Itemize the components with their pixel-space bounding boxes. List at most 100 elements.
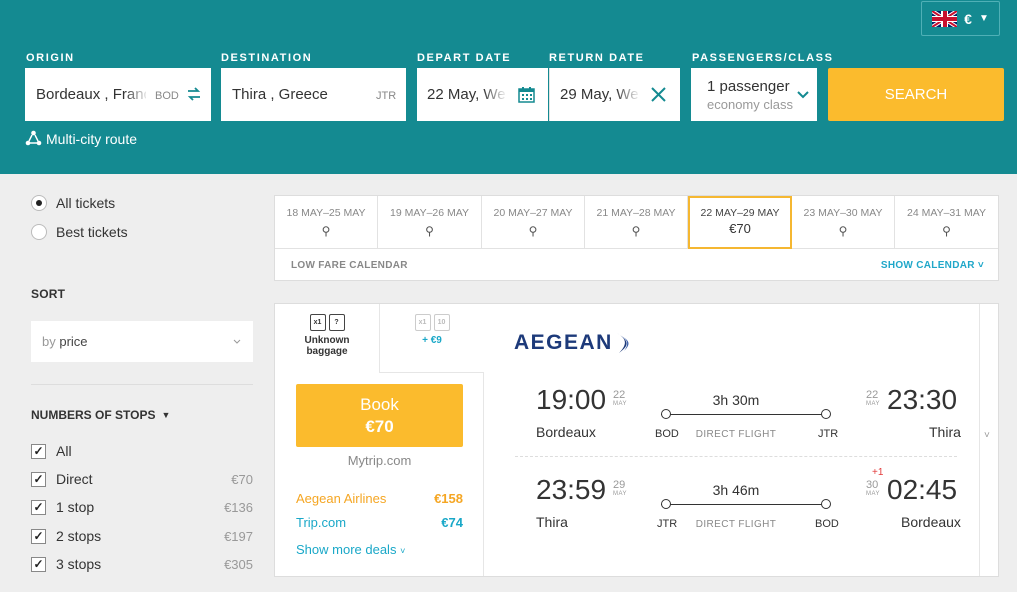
multi-city-icon: [25, 130, 42, 146]
language-currency-selector[interactable]: € ▼: [921, 1, 1000, 36]
passengers-count: 1 passenger: [707, 77, 790, 95]
calendar-icon: [518, 87, 535, 103]
baggage-tab-with-bag[interactable]: x1 10 + €9: [379, 304, 484, 373]
flight-segment-return: 23:59 29 MAY Thira 3h 46m JTR DIRECT FLIG…: [515, 467, 961, 544]
calendar-cell[interactable]: 18 MAY–25 MAY ⚲: [275, 196, 378, 249]
luggage-unknown-icon: ?: [328, 314, 345, 331]
checkbox-checked-icon[interactable]: ✓: [31, 556, 46, 572]
flight-type: DIRECT FLIGHT: [695, 429, 777, 440]
search-icon: ⚲: [425, 224, 434, 238]
arrival-time: 23:30: [887, 384, 958, 415]
calendar-cell[interactable]: 21 MAY–28 MAY ⚲: [585, 196, 688, 249]
luggage-icon: x1: [414, 314, 431, 331]
search-icon: ⚲: [321, 224, 331, 238]
depart-date-label: DEPART DATE: [417, 52, 512, 64]
destination-airport-code: BOD: [815, 518, 839, 530]
low-fare-calendar-label: LOW FARE CALENDAR: [291, 260, 408, 271]
stops-filter-title[interactable]: NUMBERS OF STOPS ▼: [31, 408, 170, 422]
stop-filter-all[interactable]: ✓ All: [31, 443, 253, 459]
arrival-city: Thira: [929, 424, 961, 440]
search-icon: ⚲: [838, 224, 848, 238]
origin-dot-icon: [661, 499, 671, 509]
stop-filter-2-stops[interactable]: ✓ 2 stops €197: [31, 528, 253, 544]
chevron-down-icon: ˅: [984, 430, 990, 441]
expand-details-strip[interactable]: ˅: [979, 304, 999, 576]
return-date-field[interactable]: 29 May, Wed: [549, 68, 680, 121]
calendar-cell[interactable]: 24 MAY–31 MAY ⚲: [895, 196, 998, 249]
chevron-down-icon: [797, 91, 809, 99]
arrival-date: 30 MAY: [866, 479, 881, 498]
destination-code: JTR: [376, 90, 397, 102]
stop-filter-1-stop[interactable]: ✓ 1 stop €136: [31, 499, 253, 515]
next-day-indicator: +1: [872, 467, 884, 478]
checkbox-checked-icon[interactable]: ✓: [31, 443, 46, 459]
flight-result-card: x1 ? Unknown baggage x1 10 + €9 Book €70…: [274, 303, 999, 577]
baggage-tab-unknown[interactable]: x1 ? Unknown baggage: [275, 304, 379, 373]
destination-label: DESTINATION: [221, 52, 313, 64]
chevron-down-icon: [233, 339, 241, 344]
destination-dot-icon: [821, 499, 831, 509]
luggage-10kg-icon: 10: [433, 314, 450, 331]
search-header: € ▼ ORIGIN DESTINATION DEPART DATE RETUR…: [0, 0, 1017, 174]
ticket-option-label: Best tickets: [56, 224, 128, 240]
calendar-cell-selected[interactable]: 22 MAY–29 MAY €70: [688, 196, 792, 249]
aegean-bird-icon: [616, 333, 629, 353]
passengers-class-field[interactable]: 1 passenger economy class: [691, 68, 817, 121]
checkbox-checked-icon[interactable]: ✓: [31, 528, 46, 544]
destination-value: Thira , Greece: [232, 86, 328, 103]
stop-filter-3-stops[interactable]: ✓ 3 stops €305: [31, 556, 253, 572]
destination-airport-code: JTR: [818, 428, 839, 440]
calendar-cell[interactable]: 19 MAY–26 MAY ⚲: [378, 196, 482, 249]
origin-dot-icon: [661, 409, 671, 419]
destination-field[interactable]: Thira , Greece JTR: [221, 68, 406, 121]
sort-select[interactable]: by price: [31, 321, 253, 362]
checkbox-checked-icon[interactable]: ✓: [31, 499, 46, 515]
airline-logo: AEGEAN: [514, 331, 633, 355]
return-date-label: RETURN DATE: [549, 52, 645, 64]
currency-symbol: €: [964, 10, 972, 27]
sort-prefix: by: [42, 334, 56, 349]
show-more-deals-link[interactable]: Show more deals ˅: [296, 542, 405, 557]
origin-field[interactable]: Bordeaux , France BOD: [25, 68, 211, 121]
chevron-down-icon: ˅: [977, 260, 984, 271]
clear-date-icon[interactable]: [650, 86, 667, 103]
travel-class: economy class: [707, 96, 793, 112]
checkbox-checked-icon[interactable]: ✓: [31, 471, 46, 487]
book-button[interactable]: Book €70: [296, 384, 463, 447]
search-icon: ⚲: [528, 224, 538, 238]
multi-city-route-link[interactable]: Multi-city route: [25, 130, 137, 147]
chevron-down-icon: ▼: [978, 13, 989, 24]
multi-city-label: Multi-city route: [46, 130, 138, 147]
origin-label: ORIGIN: [26, 52, 75, 64]
calendar-cell[interactable]: 20 MAY–27 MAY ⚲: [482, 196, 585, 249]
ticket-option-best[interactable]: Best tickets: [31, 224, 128, 240]
calendar-cell[interactable]: 23 MAY–30 MAY ⚲: [792, 196, 895, 249]
low-fare-calendar: 18 MAY–25 MAY ⚲ 19 MAY–26 MAY ⚲ 20 MAY–2…: [274, 195, 999, 281]
luggage-icon: x1: [309, 314, 326, 331]
arrival-time: 02:45: [887, 474, 958, 505]
flight-type: DIRECT FLIGHT: [695, 519, 777, 530]
ticket-option-all[interactable]: All tickets: [31, 195, 115, 211]
divider: [31, 384, 253, 385]
ticket-option-label: All tickets: [56, 195, 116, 211]
depart-date-field[interactable]: 22 May, Wed: [417, 68, 548, 121]
calendar-cell-price: €70: [729, 221, 751, 236]
arrival-city: Bordeaux: [901, 514, 961, 530]
search-button[interactable]: SEARCH: [828, 68, 1004, 121]
booking-column: x1 ? Unknown baggage x1 10 + €9 Book €70…: [275, 304, 484, 576]
stop-filter-direct[interactable]: ✓ Direct €70: [31, 471, 253, 487]
uk-flag-icon: [932, 10, 958, 27]
radio-button[interactable]: [31, 195, 47, 211]
swap-icon[interactable]: [186, 86, 202, 102]
radio-button[interactable]: [31, 224, 47, 240]
search-icon: ⚲: [942, 224, 951, 238]
chevron-down-icon: ˅: [400, 546, 406, 556]
destination-dot-icon: [821, 409, 831, 419]
segment-divider: [515, 456, 957, 457]
deal-aegean-airlines[interactable]: Aegean Airlines €158: [296, 491, 463, 506]
deal-trip-com[interactable]: Trip.com €74: [296, 515, 463, 530]
sort-value: price: [59, 334, 88, 349]
show-calendar-link[interactable]: SHOW CALENDAR ˅: [881, 260, 984, 271]
arrival-date: 22 MAY: [866, 389, 881, 408]
provider-name: Mytrip.com: [347, 453, 412, 468]
